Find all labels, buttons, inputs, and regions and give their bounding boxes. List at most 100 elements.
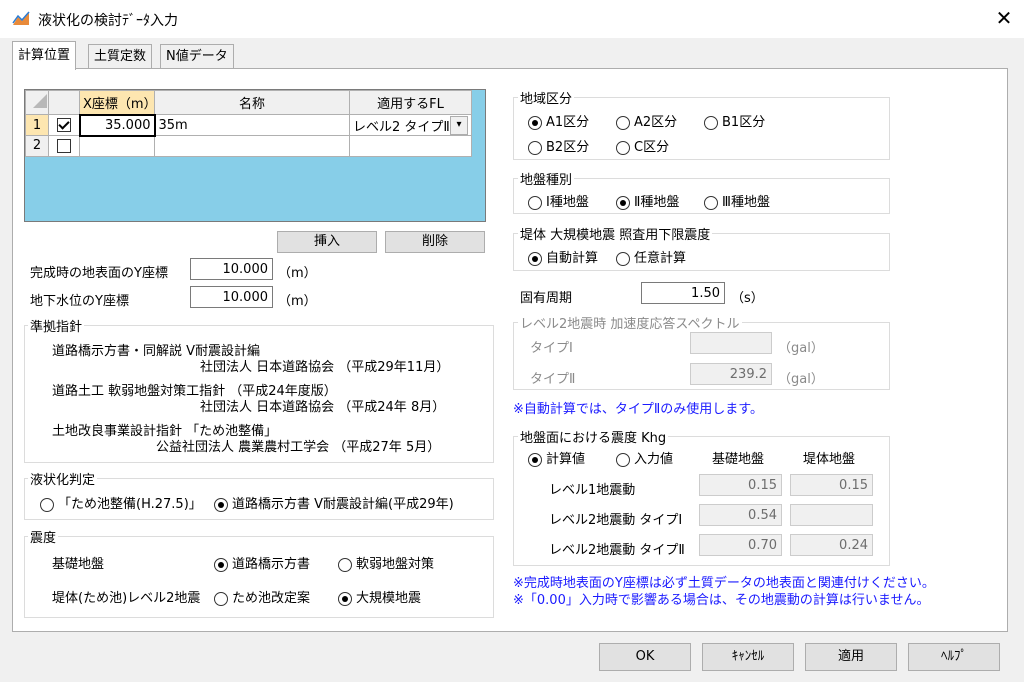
- seismic-foundation-label: 基礎地盤: [52, 557, 105, 572]
- embankment-manual[interactable]: 任意計算: [616, 247, 686, 266]
- standard-line: 社団法人 日本道路協会 （平成24年 8月）: [200, 400, 446, 415]
- surface-y-input[interactable]: 10.000: [190, 258, 273, 280]
- radio-icon[interactable]: [616, 115, 630, 130]
- ground-type-1[interactable]: Ⅰ種地盤: [528, 191, 589, 210]
- region-option-c-label: C区分: [634, 140, 670, 155]
- radio-icon[interactable]: [338, 591, 352, 606]
- surface-y-label: 完成時の地表面のY座標: [30, 266, 168, 281]
- region-option-b1[interactable]: B1区分: [704, 111, 765, 130]
- standards-title: 準拠指針: [28, 316, 85, 335]
- grid-header-name[interactable]: 名称: [154, 90, 350, 115]
- table-row[interactable]: 2: [25, 135, 472, 157]
- seismic-foundation-soft[interactable]: 軟弱地盤対策: [338, 553, 434, 572]
- radio-icon[interactable]: [704, 195, 718, 210]
- ground-type-title: 地盤種別: [518, 169, 575, 188]
- khg-title: 地盤面における震度 Khg: [518, 427, 669, 446]
- radio-icon[interactable]: [528, 115, 542, 130]
- region-option-a2[interactable]: A2区分: [616, 111, 677, 130]
- auto-calc-note: ※自動計算では、タイプⅡのみ使用します。: [513, 402, 763, 417]
- radio-icon[interactable]: [528, 251, 542, 266]
- radio-icon[interactable]: [528, 140, 542, 155]
- khg-row1-foundation[interactable]: 0.15: [699, 474, 782, 496]
- liquefaction-title: 液状化判定: [28, 469, 98, 488]
- radio-icon[interactable]: [616, 140, 630, 155]
- cell-x[interactable]: 35.000: [78, 113, 156, 137]
- radio-icon[interactable]: [214, 591, 228, 606]
- embankment-auto[interactable]: 自動計算: [528, 247, 598, 266]
- spectrum-title: レベル2地震時 加速度応答スペクトル: [518, 313, 742, 332]
- delete-button[interactable]: 削除: [385, 231, 485, 253]
- radio-icon[interactable]: [704, 115, 718, 130]
- spectrum-type1-label: タイプⅠ: [530, 341, 573, 356]
- liquefaction-option-bridge[interactable]: 道路橋示方書 Ⅴ耐震設計編(平成29年): [214, 493, 454, 512]
- standard-line: 公益社団法人 農業農村工学会 （平成27年 5月）: [156, 440, 441, 455]
- radio-icon[interactable]: [528, 195, 542, 210]
- period-input[interactable]: 1.50: [641, 282, 725, 304]
- khg-calculated[interactable]: 計算値: [528, 448, 585, 467]
- tab-position[interactable]: 計算位置: [12, 41, 77, 70]
- khg-row1-embankment[interactable]: 0.15: [790, 474, 873, 496]
- region-option-b1-label: B1区分: [722, 115, 766, 130]
- region-option-c[interactable]: C区分: [616, 136, 669, 155]
- seismic-foundation-bridge-label: 道路橋示方書: [232, 557, 311, 572]
- table-row[interactable]: 1 35.000 35m レベル2 タイプⅡ ▾: [25, 113, 472, 137]
- row-number: 2: [25, 135, 49, 157]
- khg-input[interactable]: 入力値: [616, 448, 673, 467]
- spectrum-type1-input[interactable]: [690, 332, 772, 354]
- chevron-down-icon[interactable]: ▾: [450, 115, 468, 135]
- grid-check-header: [48, 90, 80, 115]
- row-checkbox[interactable]: [57, 138, 71, 153]
- seismic-embankment-pond[interactable]: ため池改定案: [214, 587, 310, 606]
- khg-row-label: レベル2地震動 タイプⅡ: [549, 543, 685, 558]
- groundwater-y-unit: （m）: [278, 294, 317, 309]
- cell-x[interactable]: [79, 135, 155, 157]
- seismic-title: 震度: [28, 527, 59, 546]
- cell-fl[interactable]: [349, 135, 472, 157]
- cell-name[interactable]: 35m: [154, 114, 350, 136]
- radio-icon[interactable]: [214, 497, 228, 512]
- khg-row2-foundation[interactable]: 0.54: [699, 504, 782, 526]
- position-grid[interactable]: X座標（m） 名称 適用するFL 1 35.000 35m レベル2 タイプⅡ ▾…: [24, 89, 486, 222]
- cell-fl[interactable]: レベル2 タイプⅡ ▾: [349, 114, 472, 136]
- radio-icon[interactable]: [40, 497, 54, 512]
- row-checkbox[interactable]: [56, 118, 71, 132]
- row-checkbox-cell[interactable]: [48, 135, 80, 157]
- grid-header-x[interactable]: X座標（m）: [79, 90, 157, 115]
- ok-button[interactable]: OK: [599, 643, 691, 671]
- radio-icon[interactable]: [616, 452, 630, 467]
- khg-row3-embankment[interactable]: 0.24: [790, 534, 873, 556]
- apply-button[interactable]: 適用: [805, 643, 897, 671]
- liquefaction-option-pond[interactable]: 「ため池整備(H.27.5)」: [40, 493, 202, 512]
- seismic-embankment-large[interactable]: 大規模地震: [338, 587, 421, 606]
- cancel-button[interactable]: ｷｬﾝｾﾙ: [702, 643, 794, 671]
- khg-row2-embankment[interactable]: [790, 504, 873, 526]
- ground-type-2[interactable]: Ⅱ種地盤: [616, 191, 679, 210]
- radio-icon[interactable]: [214, 557, 228, 572]
- period-label: 固有周期: [520, 291, 573, 306]
- region-option-b2-label: B2区分: [546, 140, 590, 155]
- seismic-foundation-bridge[interactable]: 道路橋示方書: [214, 553, 310, 572]
- grid-header-fl[interactable]: 適用するFL: [349, 90, 472, 115]
- region-option-b2[interactable]: B2区分: [528, 136, 589, 155]
- embankment-title: 堤体 大規模地震 照査用下限震度: [518, 224, 713, 243]
- spectrum-type2-input[interactable]: 239.2: [690, 363, 772, 385]
- region-option-a1[interactable]: A1区分: [528, 111, 589, 130]
- tab-soil-constants[interactable]: 土質定数: [88, 44, 153, 69]
- help-button[interactable]: ﾍﾙﾌﾟ: [908, 643, 1000, 671]
- period-unit: （s）: [731, 291, 764, 306]
- insert-button[interactable]: 挿入: [277, 231, 377, 253]
- row-checkbox-cell[interactable]: [48, 114, 80, 136]
- ground-type-3[interactable]: Ⅲ種地盤: [704, 191, 770, 210]
- surface-y-unit: （m）: [278, 266, 317, 281]
- tab-n-value[interactable]: N値データ: [160, 44, 234, 69]
- radio-icon[interactable]: [528, 452, 542, 467]
- spectrum-type1-unit: （gal）: [778, 341, 824, 356]
- groundwater-y-input[interactable]: 10.000: [190, 286, 273, 308]
- khg-row-label: レベル2地震動 タイプⅠ: [549, 513, 683, 528]
- khg-row3-foundation[interactable]: 0.70: [699, 534, 782, 556]
- radio-icon[interactable]: [338, 557, 352, 572]
- radio-icon[interactable]: [616, 251, 630, 266]
- close-icon[interactable]: ✕: [992, 6, 1016, 30]
- cell-name[interactable]: [154, 135, 350, 157]
- radio-icon[interactable]: [616, 195, 630, 210]
